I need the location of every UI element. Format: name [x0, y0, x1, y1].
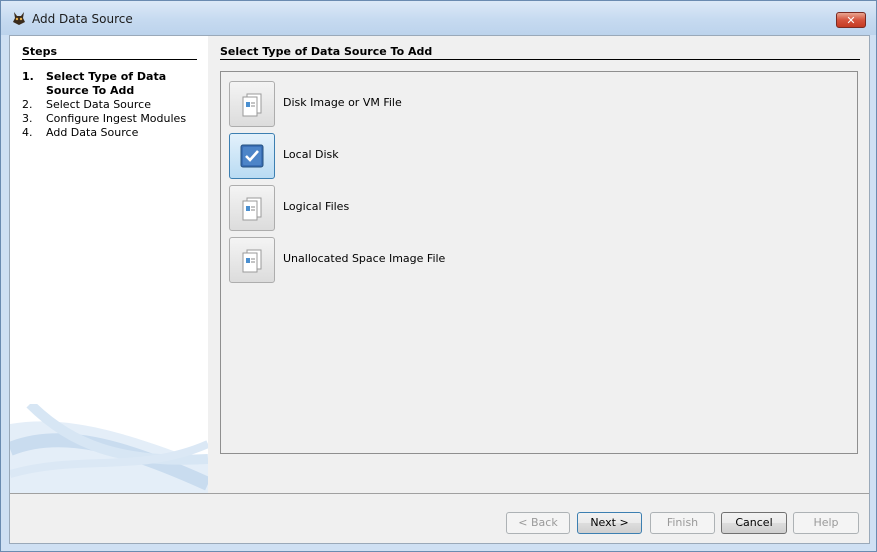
wizard-body: Steps 1. Select Type of Data Source To Add… — [9, 35, 870, 544]
add-data-source-window: Add Data Source ✕ Steps 1. Select Type of… — [0, 0, 877, 552]
step-label: Select Data Source — [46, 98, 151, 111]
button-bar-divider — [10, 493, 869, 494]
data-source-button[interactable] — [229, 237, 275, 283]
close-icon: ✕ — [846, 14, 856, 27]
autopsy-logo-icon — [13, 12, 25, 25]
steps-heading: Steps — [22, 45, 58, 58]
cancel-button[interactable]: Cancel — [721, 512, 787, 534]
finish-button[interactable]: Finish — [650, 512, 715, 534]
step-label-line2: Source To Add — [46, 84, 135, 97]
data-source-option-logical-files[interactable]: Logical Files — [229, 185, 629, 231]
step-item-1: 1. Select Type of Data Source To Add — [22, 70, 166, 98]
data-source-label: Unallocated Space Image File — [283, 252, 446, 265]
step-item-3: 3. Configure Ingest Modules — [22, 112, 186, 126]
step-number: 1. — [22, 70, 34, 83]
close-button[interactable]: ✕ — [836, 12, 866, 28]
step-number: 3. — [22, 112, 33, 125]
data-source-button[interactable] — [229, 185, 275, 231]
data-source-label: Local Disk — [283, 148, 339, 161]
decorative-swoosh-graphic — [10, 404, 208, 493]
main-heading: Select Type of Data Source To Add — [220, 45, 433, 58]
data-source-label: Logical Files — [283, 200, 350, 213]
help-button[interactable]: Help — [793, 512, 859, 534]
unallocated-space-icon — [242, 249, 262, 273]
step-label: Select Type of Data Source To Add — [46, 70, 166, 98]
checkbox-checked-icon — [240, 144, 264, 168]
step-label-line1: Select Type of Data — [46, 70, 167, 83]
back-button[interactable]: < Back — [506, 512, 570, 534]
data-source-type-list: Disk Image or VM File Local Disk Logical… — [220, 71, 858, 454]
data-source-button[interactable] — [229, 81, 275, 127]
data-source-option-disk-image[interactable]: Disk Image or VM File — [229, 81, 629, 127]
disk-image-icon — [242, 93, 262, 117]
steps-panel: Steps 1. Select Type of Data Source To Add… — [10, 36, 208, 493]
step-number: 2. — [22, 98, 33, 111]
steps-divider — [22, 59, 197, 60]
step-item-4: 4. Add Data Source — [22, 126, 138, 140]
next-button[interactable]: Next > — [577, 512, 642, 534]
data-source-label: Disk Image or VM File — [283, 96, 402, 109]
step-item-2: 2. Select Data Source — [22, 98, 151, 112]
data-source-option-unallocated-space[interactable]: Unallocated Space Image File — [229, 237, 629, 283]
data-source-button[interactable] — [229, 133, 275, 179]
window-title: Add Data Source — [32, 12, 133, 26]
main-divider — [220, 59, 860, 60]
step-number: 4. — [22, 126, 33, 139]
step-label: Configure Ingest Modules — [46, 112, 187, 125]
title-bar[interactable]: Add Data Source ✕ — [1, 1, 876, 35]
logical-files-icon — [242, 197, 262, 221]
step-label: Add Data Source — [46, 126, 139, 139]
data-source-option-local-disk[interactable]: Local Disk — [229, 133, 629, 179]
